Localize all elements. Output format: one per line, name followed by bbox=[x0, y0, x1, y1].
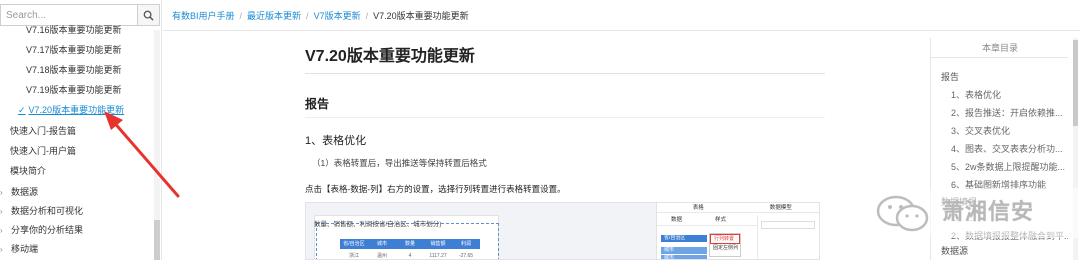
scrollbar-thumb[interactable] bbox=[154, 220, 160, 260]
table-header-cell: 销售额 bbox=[430, 241, 446, 247]
sidebar-item-label: 分享你的分析结果 bbox=[11, 225, 84, 235]
panel-field bbox=[761, 221, 815, 229]
breadcrumb-separator: / bbox=[365, 11, 369, 21]
toc-item[interactable]: 2、报告推送：开启依赖推... bbox=[951, 106, 1063, 119]
panel-tab: 数据模型 bbox=[769, 205, 792, 211]
sidebar-item[interactable]: V7.16版本重要功能更新 bbox=[26, 22, 122, 38]
chevron-right-icon: › bbox=[0, 245, 3, 254]
sidebar-item-label: 快速入门-报告篇 bbox=[10, 126, 76, 136]
sidebar-item-label: V7.20版本重要功能更新 bbox=[28, 105, 125, 115]
sidebar-scrollbar[interactable] bbox=[154, 30, 160, 260]
paragraph: 点击【表格-数据-列】右方的设置，选择行列转置进行表格转置设置。 bbox=[305, 184, 566, 194]
sidebar-item-label: 快速入门-用户篇 bbox=[10, 146, 76, 156]
settings-panel: 表格 数据模型 数据 样式 省/自治区 城市 城市 行列转置 固定左侧列 bbox=[656, 203, 819, 259]
sidebar-nav: V7.16版本重要功能更新 V7.17版本重要功能更新 V7.18版本重要功能更新 V… bbox=[0, 22, 152, 260]
sidebar-item[interactable]: › 数据分析和可视化 bbox=[0, 203, 83, 219]
toc-item[interactable]: 4、图表、交叉表表分析功... bbox=[951, 142, 1063, 155]
sidebar-item[interactable]: › 移动端 bbox=[0, 241, 38, 257]
breadcrumb-link[interactable]: 有数BI用户手册 bbox=[172, 11, 235, 21]
breadcrumb-link[interactable]: V7版本更新 bbox=[314, 11, 361, 21]
sidebar-item[interactable]: › 数据源 bbox=[0, 184, 38, 200]
sidebar-item-label: 模块简介 bbox=[10, 166, 47, 176]
sub-tab: 样式 bbox=[715, 217, 727, 223]
chevron-right-icon: › bbox=[0, 188, 3, 197]
sidebar-item[interactable]: › 分享你的分析结果 bbox=[0, 222, 83, 238]
watermark-text: 萧湘信安 bbox=[942, 199, 1035, 224]
watermark: 萧湘信安 bbox=[862, 188, 1080, 238]
subsection-heading: 1、表格优化 bbox=[305, 135, 367, 147]
breadcrumb-link[interactable]: 最近版本更新 bbox=[247, 11, 301, 21]
title-divider bbox=[305, 73, 825, 74]
table-header-cell: 利润 bbox=[460, 241, 471, 247]
panel-tabs: 表格 数据模型 bbox=[657, 203, 819, 213]
table-cell: 温州 bbox=[376, 253, 387, 259]
field-bar: 省/自治区 bbox=[661, 235, 707, 242]
chevron-right-icon: › bbox=[0, 207, 3, 216]
sidebar-item[interactable]: V7.19版本重要功能更新 bbox=[26, 82, 122, 98]
table-header-cell: 城市 bbox=[376, 241, 387, 247]
sidebar-item[interactable]: 快速入门-报告篇 bbox=[10, 123, 76, 139]
table-cell: 4 bbox=[408, 253, 412, 259]
breadcrumb-separator: / bbox=[239, 11, 243, 21]
app-window: V7.16版本重要功能更新 V7.17版本重要功能更新 V7.18版本重要功能更新 V… bbox=[0, 0, 1080, 260]
section-divider bbox=[305, 117, 825, 118]
breadcrumb-current: V7.20版本重要功能更新 bbox=[373, 11, 469, 21]
breadcrumb-separator: / bbox=[306, 11, 309, 21]
page-title: V7.20版本重要功能更新 bbox=[305, 48, 475, 65]
context-menu: 行列转置 固定左侧列 bbox=[709, 233, 741, 257]
sidebar-item-label: V7.17版本重要功能更新 bbox=[26, 45, 122, 55]
sidebar-item[interactable]: 模块简介 bbox=[10, 163, 46, 179]
sidebar-item-label: 数据源 bbox=[11, 187, 39, 197]
check-icon: ✓ bbox=[18, 105, 26, 115]
chevron-right-icon: › bbox=[0, 226, 3, 235]
paragraph: （1）表格转置后，导出推送等保持转置后格式 bbox=[312, 158, 487, 168]
sidebar-item-label: V7.16版本重要功能更新 bbox=[26, 25, 122, 35]
content-screenshot: 数量、销售额、利润按省/自治区、城市划分) 省/自治区 城市 数量 销售额 利润… bbox=[305, 202, 820, 260]
sidebar-item[interactable]: V7.17版本重要功能更新 bbox=[26, 42, 122, 58]
sidebar: V7.16版本重要功能更新 V7.17版本重要功能更新 V7.18版本重要功能更新 V… bbox=[0, 0, 162, 260]
sidebar-item-label: 移动端 bbox=[11, 244, 39, 254]
table-header: 省/自治区 城市 数量 销售额 利润 bbox=[340, 239, 480, 249]
sidebar-item-label: V7.18版本重要功能更新 bbox=[26, 65, 122, 75]
field-bar: 城市 bbox=[661, 247, 707, 254]
header-divider bbox=[163, 30, 1080, 31]
toc-item[interactable]: 数据源 bbox=[941, 244, 968, 257]
sub-tab: 数据 bbox=[671, 217, 683, 223]
panel-divider bbox=[757, 215, 758, 259]
sidebar-item[interactable]: ✓ V7.20版本重要功能更新 bbox=[18, 102, 124, 118]
toc-item[interactable]: 报告 bbox=[941, 70, 959, 83]
wechat-logo-icon bbox=[876, 195, 929, 232]
menu-item-fix-column: 固定左侧列 bbox=[713, 245, 739, 251]
sidebar-item[interactable]: V7.18版本重要功能更新 bbox=[26, 62, 122, 78]
toc-item[interactable]: 1、表格优化 bbox=[951, 88, 1001, 101]
table-cell: -27.65 bbox=[458, 253, 474, 259]
scrollbar-thumb[interactable] bbox=[1073, 40, 1078, 126]
menu-item-transpose: 行列转置 bbox=[710, 234, 740, 244]
field-bar: 城市 bbox=[661, 255, 707, 259]
table-header-cell: 数量 bbox=[404, 241, 415, 247]
table-row: 浙江 温州 4 1117.27 -27.65 bbox=[340, 252, 480, 259]
sub-tab-divider bbox=[657, 225, 757, 226]
panel-tab: 表格 bbox=[692, 205, 704, 211]
toc-item[interactable]: 5、2w条数据上限提醒功能... bbox=[951, 160, 1065, 173]
table-cell: 浙江 bbox=[348, 253, 359, 259]
table-header-cell: 省/自治区 bbox=[343, 241, 365, 247]
sidebar-item-label: 数据分析和可视化 bbox=[11, 206, 84, 216]
card-title: 数量、销售额、利润按省/自治区、城市划分) bbox=[314, 221, 442, 228]
search-icon bbox=[143, 10, 154, 21]
section-heading: 报告 bbox=[305, 97, 330, 111]
breadcrumb: 有数BI用户手册 / 最近版本更新 / V7版本更新 / V7.20版本重要功能更新 bbox=[172, 9, 469, 22]
table-cell: 1117.27 bbox=[429, 253, 447, 259]
toc-heading: 本章目录 bbox=[931, 38, 1068, 58]
toc-item[interactable]: 3、交叉表优化 bbox=[951, 124, 1010, 137]
sidebar-item[interactable]: 快速入门-用户篇 bbox=[10, 143, 76, 159]
sidebar-item-label: V7.19版本重要功能更新 bbox=[26, 85, 122, 95]
